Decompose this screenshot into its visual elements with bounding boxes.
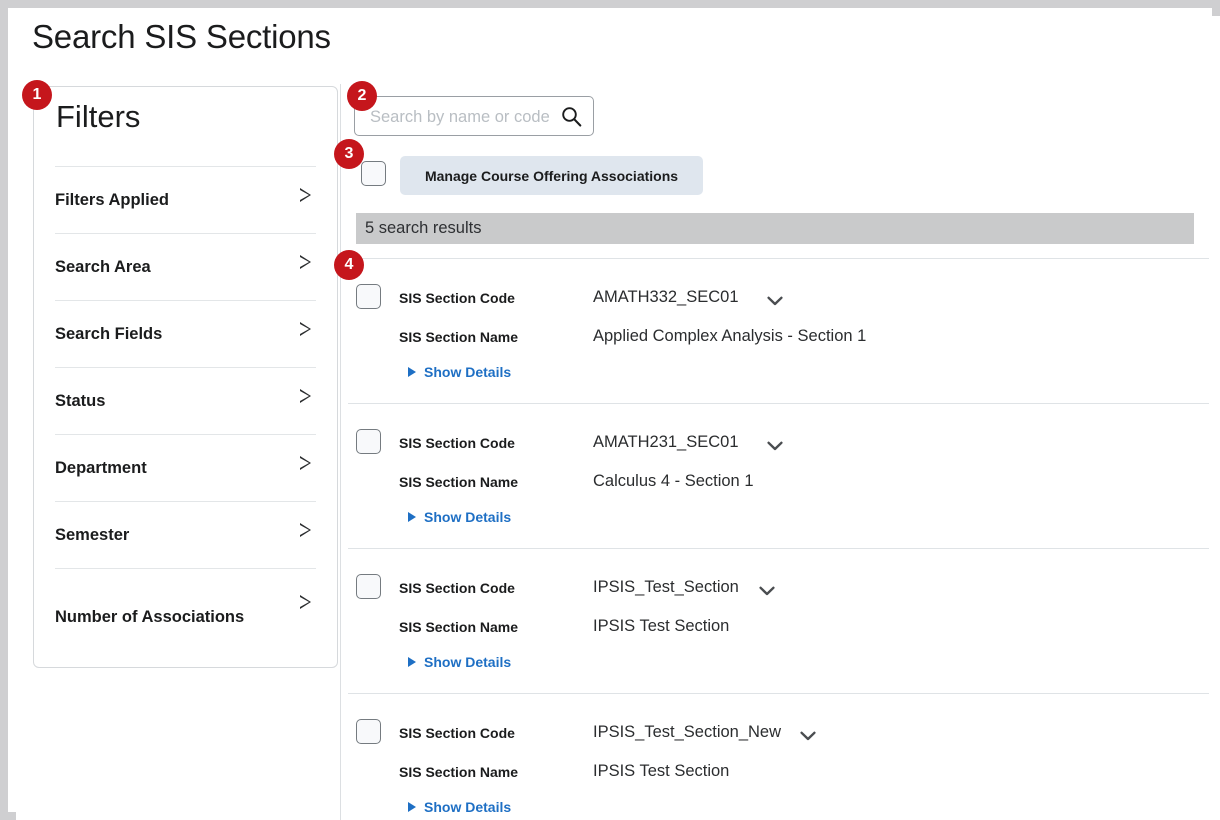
sis-section-code-value: AMATH332_SEC01: [593, 288, 739, 306]
content-divider: [340, 84, 341, 820]
filters-panel: Filters Filters Applied Search Area Sear…: [33, 86, 338, 668]
chevron-down-icon[interactable]: [767, 293, 783, 306]
sis-section-name-value: Calculus 4 - Section 1: [593, 472, 754, 490]
field-label: SIS Section Name: [399, 474, 519, 490]
triangle-right-icon-inner: [300, 525, 309, 535]
sidebar-item-search-fields[interactable]: Search Fields: [55, 300, 316, 367]
chevron-down-icon[interactable]: [759, 583, 775, 596]
field-label: SIS Section Name: [399, 329, 519, 345]
field-label: SIS Section Code: [399, 290, 515, 306]
table-row: SIS Section Code AMATH231_SEC01 SIS Sect…: [348, 403, 1209, 548]
search-icon[interactable]: [561, 106, 582, 127]
sidebar-item-label: Department: [55, 458, 147, 477]
field-label: SIS Section Code: [399, 580, 515, 596]
annotation-badge-2: 2: [347, 81, 377, 111]
search-box: [354, 96, 594, 137]
annotation-badge-3: 3: [334, 139, 364, 169]
annotation-badge-1: 1: [22, 80, 52, 110]
sidebar-item-label: Number of Associations: [55, 607, 245, 626]
triangle-right-icon-inner: [300, 257, 309, 267]
annotation-badge-4: 4: [334, 250, 364, 280]
sidebar-item-number-of-associations[interactable]: Number of Associations: [55, 568, 316, 665]
sidebar-item-label: Status: [55, 391, 106, 410]
sis-section-name-value: IPSIS Test Section: [593, 762, 730, 780]
page-content: Search SIS Sections Filters Filters Appl…: [16, 16, 1220, 820]
show-details-link[interactable]: Show Details: [408, 799, 511, 815]
sidebar-item-label: Filters Applied: [55, 190, 169, 209]
results-count-text: 5 search results: [365, 219, 482, 237]
triangle-right-icon: [408, 367, 416, 377]
page-frame: Search SIS Sections Filters Filters Appl…: [0, 0, 1220, 820]
show-details-link[interactable]: Show Details: [408, 509, 511, 525]
show-details-label: Show Details: [424, 509, 512, 525]
triangle-right-icon-inner: [300, 324, 309, 334]
show-details-link[interactable]: Show Details: [408, 654, 511, 670]
field-label: SIS Section Name: [399, 619, 519, 635]
filters-list: Filters Applied Search Area Search Field…: [34, 166, 337, 665]
triangle-right-icon: [408, 802, 416, 812]
row-select-checkbox[interactable]: [356, 719, 381, 744]
show-details-label: Show Details: [424, 654, 512, 670]
sis-section-code-value: AMATH231_SEC01: [593, 433, 739, 451]
sidebar-item-label: Search Fields: [55, 324, 163, 343]
sidebar-item-label: Semester: [55, 525, 130, 544]
show-details-label: Show Details: [424, 799, 512, 815]
field-label: SIS Section Code: [399, 435, 515, 451]
sidebar-item-search-area[interactable]: Search Area: [55, 233, 316, 300]
row-select-checkbox[interactable]: [356, 284, 381, 309]
chevron-down-icon[interactable]: [767, 438, 783, 451]
triangle-right-icon: [408, 512, 416, 522]
row-select-checkbox[interactable]: [356, 429, 381, 454]
table-row: SIS Section Code IPSIS_Test_Section_New …: [348, 693, 1209, 820]
sidebar-item-status[interactable]: Status: [55, 367, 316, 434]
results-count-bar: 5 search results: [356, 213, 1194, 244]
manage-course-offering-associations-button[interactable]: Manage Course Offering Associations: [400, 156, 703, 195]
filters-heading: Filters: [56, 99, 141, 134]
page-title: Search SIS Sections: [32, 18, 331, 55]
sidebar-item-filters-applied[interactable]: Filters Applied: [55, 166, 316, 233]
field-label: SIS Section Name: [399, 764, 519, 780]
sis-section-name-value: Applied Complex Analysis - Section 1: [593, 327, 867, 345]
triangle-right-icon-inner: [300, 458, 309, 468]
triangle-right-icon-inner: [300, 391, 309, 401]
show-details-link[interactable]: Show Details: [408, 364, 511, 380]
sidebar-item-semester[interactable]: Semester: [55, 501, 316, 568]
triangle-right-icon: [408, 657, 416, 667]
chevron-down-icon[interactable]: [800, 728, 816, 741]
field-label: SIS Section Code: [399, 725, 515, 741]
triangle-right-icon-inner: [300, 190, 309, 200]
sis-section-code-value: IPSIS_Test_Section_New: [593, 723, 782, 741]
show-details-label: Show Details: [424, 364, 512, 380]
sis-section-code-value: IPSIS_Test_Section: [593, 578, 739, 596]
row-select-checkbox[interactable]: [356, 574, 381, 599]
select-all-checkbox[interactable]: [361, 161, 386, 186]
sidebar-item-department[interactable]: Department: [55, 434, 316, 501]
results-list: SIS Section Code AMATH332_SEC01 SIS Sect…: [348, 258, 1209, 820]
table-row: SIS Section Code IPSIS_Test_Section SIS …: [348, 548, 1209, 693]
sidebar-item-label: Search Area: [55, 257, 151, 276]
table-row: SIS Section Code AMATH332_SEC01 SIS Sect…: [348, 258, 1209, 403]
triangle-right-icon-inner: [300, 597, 309, 607]
search-input[interactable]: [368, 97, 557, 137]
sis-section-name-value: IPSIS Test Section: [593, 617, 730, 635]
